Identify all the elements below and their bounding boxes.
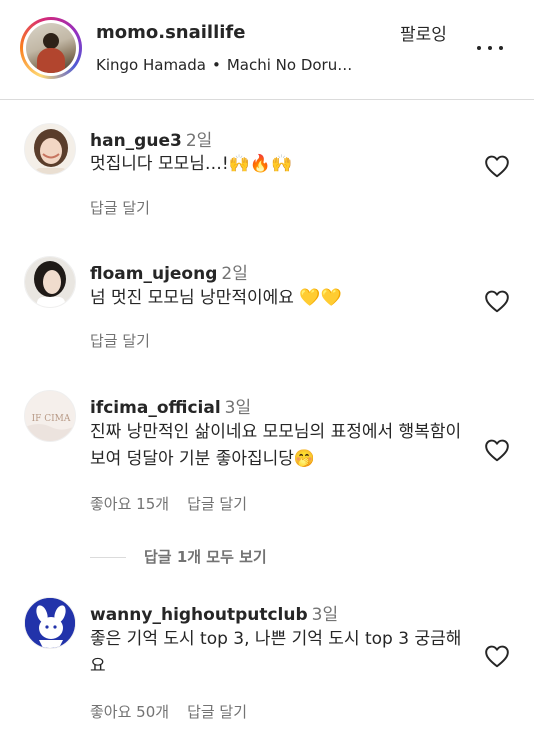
following-button[interactable]: 팔로잉 (400, 20, 447, 45)
like-heart-icon[interactable] (484, 438, 510, 462)
avatar-logo-text: IF CIMA (32, 414, 71, 424)
audio-track: Machi No Doru… (226, 56, 353, 74)
commenter-username[interactable]: wanny_highoutputclub 3일 (90, 600, 338, 625)
view-replies-label[interactable]: 답글 1개 모두 보기 (144, 548, 267, 566)
commenter-username-text[interactable]: han_gue3 (90, 131, 182, 151)
commenter-avatar[interactable] (24, 597, 76, 649)
comment-time: 3일 (311, 605, 339, 625)
likes-count[interactable]: 좋아요 50개 (90, 703, 169, 721)
like-heart-icon[interactable] (484, 154, 510, 178)
comment-text: 진짜 낭만적인 삶이네요 모모님의 표정에서 행복함이 보여 덩달아 기분 좋아… (90, 422, 462, 469)
more-options-icon[interactable] (475, 36, 505, 60)
audio-artist: Kingo Hamada (96, 56, 206, 74)
commenter-avatar[interactable] (24, 123, 76, 175)
view-replies-button[interactable]: 답글 1개 모두 보기 (90, 546, 267, 567)
commenter-username-text[interactable]: floam_ujeong (90, 264, 217, 284)
author-username[interactable]: momo.snaillife (96, 22, 245, 43)
comment-text: 넘 멋진 모모님 낭만적이에요 💛💛 (90, 288, 342, 308)
likes-count[interactable]: 좋아요 15개 (90, 495, 169, 513)
commenter-username[interactable]: ifcima_official 3일 (90, 393, 251, 418)
comment-actions: 답글 달기 (90, 330, 168, 351)
commenter-username-text[interactable]: wanny_highoutputclub (90, 605, 308, 625)
post-header: momo.snaillife 팔로잉 Kingo Hamada • Machi No… (0, 0, 534, 100)
comment-text: 멋집니다 모모님…!🙌🔥🙌 (90, 154, 293, 174)
like-heart-icon[interactable] (484, 289, 510, 313)
comment-actions: 좋아요 50개 답글 달기 (90, 701, 265, 722)
commenter-avatar[interactable]: IF CIMA (24, 390, 76, 442)
commenter-avatar[interactable] (24, 256, 76, 308)
commenter-username[interactable]: floam_ujeong 2일 (90, 259, 248, 284)
reply-button[interactable]: 답글 달기 (187, 703, 247, 721)
reply-button[interactable]: 답글 달기 (187, 495, 247, 513)
comment-time: 3일 (224, 398, 252, 418)
audio-attribution[interactable]: Kingo Hamada • Machi No Doru… (96, 56, 352, 74)
comment-time: 2일 (221, 264, 248, 284)
comment-actions: 답글 달기 (90, 197, 168, 218)
reply-button[interactable]: 답글 달기 (90, 332, 150, 350)
comment-text: 좋은 기억 도시 top 3, 나쁜 기억 도시 top 3 궁금해요 (90, 629, 462, 676)
commenter-username-text[interactable]: ifcima_official (90, 398, 221, 418)
commenter-username[interactable]: han_gue3 2일 (90, 126, 212, 151)
reply-button[interactable]: 답글 달기 (90, 199, 150, 217)
comment-time: 2일 (185, 131, 213, 151)
comment-actions: 좋아요 15개 답글 달기 (90, 493, 265, 514)
replies-divider-line (90, 557, 126, 558)
author-avatar[interactable] (20, 17, 82, 79)
audio-separator: • (211, 56, 221, 74)
like-heart-icon[interactable] (484, 644, 510, 668)
